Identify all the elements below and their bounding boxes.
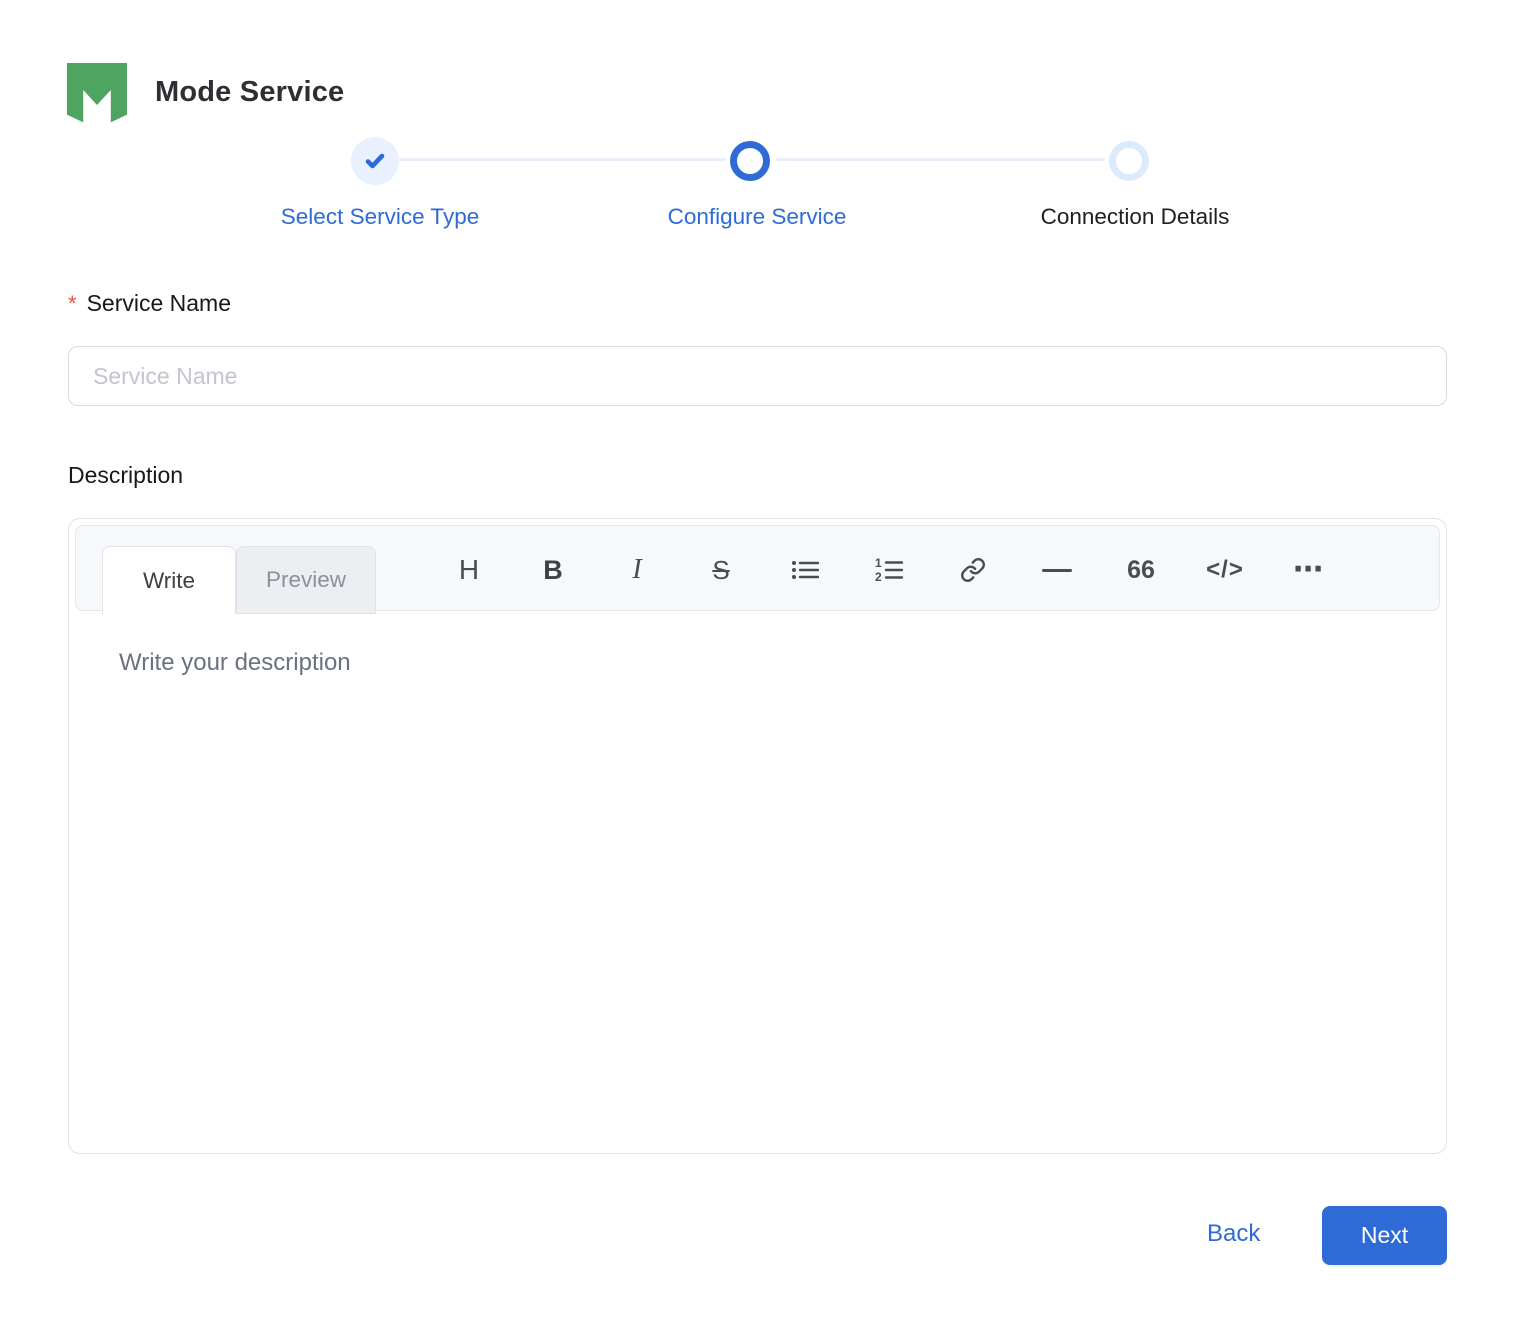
italic-icon[interactable]: I: [595, 547, 679, 593]
bold-icon[interactable]: B: [511, 547, 595, 593]
link-icon[interactable]: [931, 547, 1015, 593]
page-title: Mode Service: [155, 76, 345, 108]
description-markdown-editor: Write Preview H B I S 1 2 66 </> ⋯ Write…: [68, 518, 1447, 1154]
description-textarea[interactable]: [71, 615, 1444, 1151]
svg-text:1: 1: [875, 557, 882, 570]
step-label-connection-details: Connection Details: [1040, 204, 1230, 229]
svg-text:2: 2: [875, 570, 882, 583]
mode-logo: [67, 63, 127, 123]
description-label: Description: [68, 462, 184, 488]
next-button[interactable]: Next: [1322, 1206, 1447, 1265]
step-active-indicator: [730, 141, 770, 181]
heading-icon[interactable]: H: [427, 547, 511, 593]
step-completed-indicator: [351, 137, 399, 185]
code-icon[interactable]: </>: [1183, 547, 1267, 593]
tab-write[interactable]: Write: [102, 546, 236, 614]
editor-toolbar-icons: H B I S 1 2 66 </> ⋯: [427, 547, 1351, 593]
service-name-input[interactable]: [68, 346, 1447, 406]
service-name-label: * Service Name: [68, 290, 231, 317]
bulleted-list-icon[interactable]: [763, 547, 847, 593]
stepper-connector: [776, 158, 1105, 161]
check-icon: [365, 153, 385, 169]
strikethrough-icon[interactable]: S: [679, 547, 763, 593]
tab-preview-label: Preview: [265, 567, 347, 592]
tab-write-label: Write: [142, 567, 196, 593]
step-pending-indicator: [1109, 141, 1149, 181]
quote-icon[interactable]: 66: [1099, 547, 1183, 593]
stepper-connector: [399, 158, 726, 161]
more-options-icon[interactable]: ⋯: [1267, 547, 1351, 593]
required-asterisk: *: [68, 291, 77, 316]
mode-service-wizard-page: Mode Service Select Service Type Configu…: [0, 0, 1518, 1334]
tab-preview[interactable]: Preview: [236, 546, 376, 614]
back-button[interactable]: Back: [1207, 1220, 1260, 1248]
horizontal-rule-icon[interactable]: [1015, 547, 1099, 593]
service-name-label-text: Service Name: [86, 290, 231, 316]
numbered-list-icon[interactable]: 1 2: [847, 547, 931, 593]
step-label-select-service-type: Select Service Type: [280, 204, 480, 229]
step-label-configure-service: Configure Service: [667, 204, 847, 229]
